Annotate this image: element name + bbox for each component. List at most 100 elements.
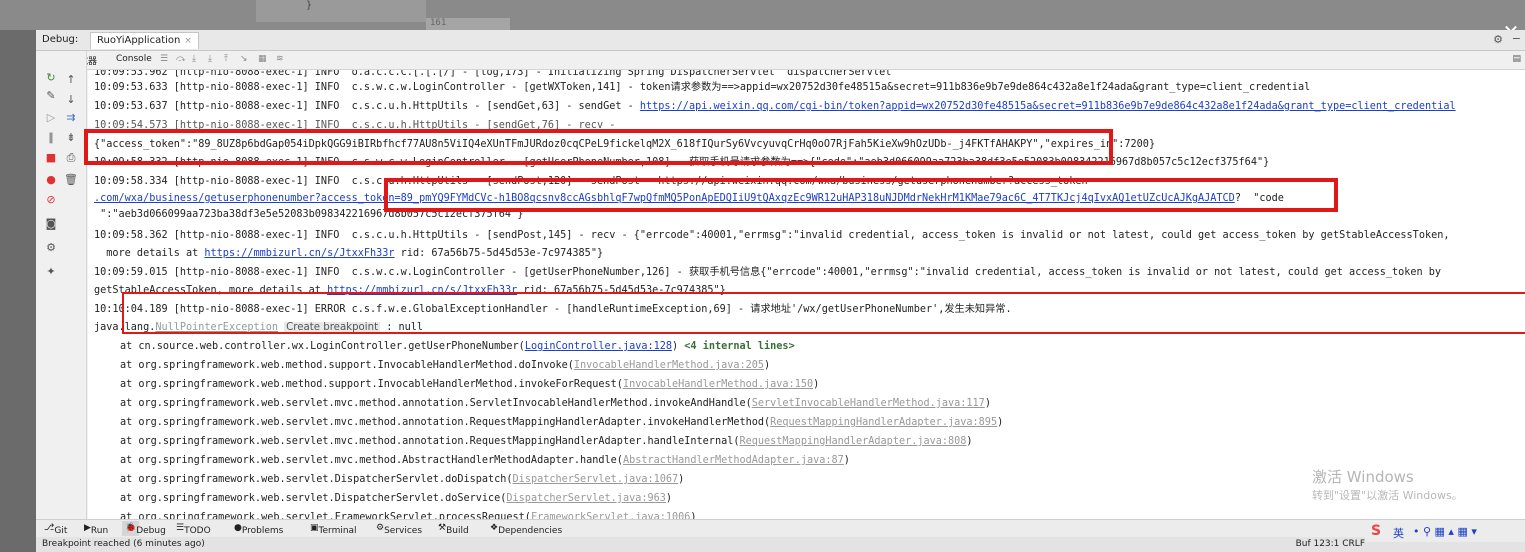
source-link[interactable]: ServletInvocableHandlerMethod.java:117 — [752, 398, 985, 409]
stack-frame-text: ) — [678, 474, 685, 485]
tab-dependencies[interactable]: ❖ Dependencies — [490, 523, 562, 536]
stack-frame-text: at org.springframework.web.servlet.Dispa… — [120, 474, 513, 485]
source-link[interactable]: AbstractHandlerMethodAdapter.java:87 — [623, 455, 844, 466]
down-arrow-icon[interactable]: ↓ — [64, 93, 78, 107]
view-breakpoints-icon[interactable]: ● — [44, 173, 58, 187]
debug-side-toolbar: ↻ ↑ ✎ ↓ ▷ ⇉ ∥ ⇟ ■ ⎙ ● 🗑 ⊘ ◙ ⚙ ✦ — [36, 51, 87, 519]
stack-frame-text: ) — [813, 379, 820, 390]
stack-frame-text: ) — [665, 493, 673, 504]
log-text: 10:09:53.637 [http-nio-8088-exec-1] INFO… — [94, 101, 640, 112]
stack-frame-text: ) — [764, 360, 771, 371]
ime-language[interactable]: 英 — [1393, 525, 1404, 541]
sogou-icon[interactable]: S — [1371, 523, 1381, 539]
tab-services[interactable]: ⚙ Services — [376, 523, 422, 536]
camera-icon[interactable]: ◙ — [44, 217, 58, 231]
wrench-icon[interactable]: ✎ — [44, 89, 58, 103]
rerun-icon[interactable]: ↻ — [44, 71, 58, 85]
log-line: 10:09:53.633 [http-nio-8088-exec-1] INFO… — [94, 82, 1311, 93]
bottom-tool-tabs: ⎇ Git ▶ Run 🐞 Debug ☰ TODO ● Problems ▣ … — [36, 519, 1525, 537]
stack-frame-text: at org.springframework.web.servlet.mvc.m… — [120, 417, 771, 428]
stack-frame-text: at org.springframework.web.servlet.mvc.m… — [120, 436, 740, 447]
stack-frame: at org.springframework.web.servlet.mvc.m… — [120, 454, 850, 468]
layout-icon[interactable]: ▤ — [1512, 54, 1521, 64]
gear-icon[interactable]: ⚙ — [1493, 33, 1503, 46]
tab-console[interactable]: Console — [116, 54, 152, 64]
tab-debug[interactable]: 🐞 Debug — [122, 521, 166, 536]
tray-icons: • ⚲ ▦ ▴ ▦ ▾ — [1413, 525, 1477, 538]
editor-fragment: } — [256, 0, 426, 22]
step-over-icon[interactable]: ⤼ — [176, 54, 186, 64]
highlight-box-url — [384, 178, 1338, 212]
print-icon[interactable]: ⎙ — [64, 151, 78, 165]
tab-run[interactable]: ▶ Run — [84, 523, 108, 536]
pause-icon[interactable]: ∥ — [44, 131, 58, 145]
ime-tray: S 英 • ⚲ ▦ ▴ ▦ ▾ — [1365, 523, 1525, 542]
stack-frame-text: ) — [672, 341, 685, 352]
tab-build[interactable]: ⚒ Build — [438, 523, 469, 536]
tab-close-icon[interactable]: × — [184, 36, 192, 46]
evaluate-icon[interactable]: ▦ — [258, 54, 267, 64]
trash-icon[interactable]: 🗑 — [64, 173, 78, 187]
activation-watermark-hint: 转到"设置"以激活 Windows。 — [1312, 489, 1463, 502]
status-position[interactable]: Buf 123:1 CRLF — [1296, 539, 1365, 549]
debug-title-bar: Debug: RuoYiApplication × ⚙ − — [36, 30, 1525, 51]
background-editor-strip: } 161 — [0, 0, 1525, 30]
source-link[interactable]: FrameworkServlet.java:1006 — [531, 512, 690, 519]
soft-wrap-icon[interactable]: ⇉ — [64, 111, 78, 125]
log-line: more details at https://mmbizurl.cn/s/Jt… — [94, 247, 603, 261]
source-link[interactable]: DispatcherServlet.java:1067 — [513, 474, 679, 485]
list-icon[interactable]: ☰ — [160, 54, 168, 64]
activation-watermark-title: 激活 Windows — [1312, 468, 1414, 486]
log-line: 10:09:53.962 [http-nio-8088-exec-1] INFO… — [94, 70, 898, 78]
resume-icon[interactable]: ▷ — [44, 111, 58, 125]
highlight-box-token — [84, 129, 1113, 165]
tab-terminal[interactable]: ▣ Terminal — [310, 523, 357, 536]
step-out-icon[interactable]: ⤒ — [224, 54, 228, 64]
stack-frame-text: at org.springframework.web.method.suppor… — [120, 360, 574, 371]
source-link[interactable]: InvocableHandlerMethod.java:205 — [574, 360, 764, 371]
tab-git[interactable]: ⎇ Git — [44, 523, 67, 536]
stack-frame-text: at org.springframework.web.method.suppor… — [120, 379, 623, 390]
trace-icon[interactable]: ≋ — [276, 54, 284, 64]
mute-breakpoints-icon[interactable]: ⊘ — [44, 193, 58, 207]
stack-frame: at org.springframework.web.servlet.Dispa… — [120, 492, 672, 506]
source-link[interactable]: LoginController.java:128 — [525, 341, 672, 352]
tab-label: RuoYiApplication — [97, 35, 181, 46]
stack-frame-text: at org.springframework.web.servlet.Dispa… — [120, 493, 507, 504]
debugger-subtoolbar: 调试器 Console ☰ ⤼ ⤓ ⤓ ⤒ ↘ ▦ ≋ ▤ — [36, 51, 1525, 70]
stack-frame-text: ) — [997, 417, 1004, 428]
tab-problems[interactable]: ● Problems — [234, 523, 283, 536]
stack-frame-text: at org.springframework.web.servlet.Frame… — [120, 512, 531, 519]
highlight-box-error — [122, 292, 1525, 334]
hide-icon[interactable]: − — [1512, 32, 1521, 45]
status-bar: Breakpoint reached (6 minutes ago) Buf 1… — [36, 537, 1525, 552]
mmbizurl-link[interactable]: https://mmbizurl.cn/s/JtxxFh33r — [204, 248, 394, 259]
settings-icon[interactable]: ⚙ — [44, 241, 58, 255]
stack-frame: at org.springframework.web.servlet.mvc.m… — [120, 397, 991, 411]
tab-run-configuration[interactable]: RuoYiApplication × — [90, 32, 199, 49]
run-to-cursor-icon[interactable]: ↘ — [240, 54, 248, 64]
source-link[interactable]: RequestMappingHandlerAdapter.java:808 — [739, 436, 966, 447]
stop-icon[interactable]: ■ — [44, 151, 58, 165]
up-arrow-icon[interactable]: ↑ — [64, 73, 78, 87]
log-line: 10:09:58.362 [http-nio-8088-exec-1] INFO… — [94, 230, 1450, 241]
stack-frame: at org.springframework.web.servlet.mvc.m… — [120, 416, 1003, 430]
log-text: more details at — [94, 248, 205, 259]
source-link[interactable]: RequestMappingHandlerAdapter.java:895 — [770, 417, 997, 428]
pin-icon[interactable]: ✦ — [44, 265, 58, 279]
line-number-gutter: 161 — [426, 18, 510, 30]
debug-tool-window: Debug: RuoYiApplication× ⚙ − 调试器 Console… — [36, 30, 1525, 552]
step-into-icon[interactable]: ⤓ — [192, 54, 196, 64]
source-link[interactable]: DispatcherServlet.java:963 — [506, 493, 665, 504]
stack-frame-text: at cn.source.web.controller.wx.LoginCont… — [120, 341, 525, 352]
internal-lines-toggle[interactable]: <4 internal lines> — [684, 341, 794, 352]
scroll-to-end-icon[interactable]: ⇟ — [64, 131, 78, 145]
tab-todo[interactable]: ☰ TODO — [176, 523, 211, 536]
stack-frame-text: at org.springframework.web.servlet.mvc.m… — [120, 398, 752, 409]
api-token-link[interactable]: https://api.weixin.qq.com/cgi-bin/token?… — [640, 101, 1456, 112]
stack-frame-text: ) — [843, 455, 850, 466]
force-step-into-icon[interactable]: ⤓ — [208, 54, 212, 64]
source-link[interactable]: InvocableHandlerMethod.java:150 — [623, 379, 813, 390]
stack-frame: at org.springframework.web.servlet.Frame… — [120, 511, 697, 519]
status-message: Breakpoint reached (6 minutes ago) — [42, 539, 205, 549]
